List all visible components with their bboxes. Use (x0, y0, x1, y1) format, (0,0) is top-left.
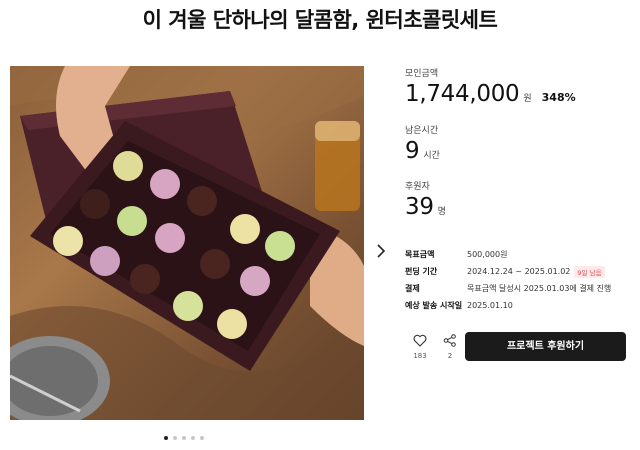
share-count: 2 (447, 352, 453, 360)
product-image (10, 66, 364, 420)
share-icon (443, 334, 456, 347)
backers-unit: 명 (437, 207, 446, 217)
backers-label: 후원자 (405, 182, 430, 192)
carousel-dot[interactable] (164, 436, 168, 440)
page-title: 이 겨울 단하나의 달콤함, 윈터초콜릿세트 (142, 8, 498, 32)
amount-value: 1,744,000 (405, 81, 520, 107)
detail-value: 2024.12.24 ~ 2025.01.02 (467, 267, 571, 276)
time-value: 9 (405, 138, 420, 164)
amount-stat: 모인금액 1,744,000 원 348% (405, 66, 576, 107)
carousel-dot[interactable] (173, 436, 177, 440)
detail-label: 결제 (405, 284, 420, 293)
carousel-pagination (164, 436, 204, 440)
carousel-dot[interactable] (182, 436, 186, 440)
carousel-next-button[interactable] (372, 240, 390, 262)
heart-icon (413, 334, 427, 347)
amount-label: 모인금액 (405, 69, 439, 79)
detail-label: 펀딩 기간 (405, 267, 438, 276)
backers-value: 39 (405, 194, 434, 220)
detail-label: 예상 발송 시작일 (405, 301, 463, 310)
detail-row-payment: 결제 목표금액 달성시 2025.01.03에 결제 진행 (405, 280, 630, 297)
detail-value: 2025.01.10 (467, 301, 513, 310)
detail-label: 목표금액 (405, 250, 435, 259)
amount-unit: 원 (523, 94, 532, 104)
action-bar: 183 2 프로젝트 후원하기 (405, 332, 630, 362)
detail-value: 목표금액 달성시 2025.01.03에 결제 진행 (467, 284, 612, 293)
time-stat: 남은시간 9 시간 (405, 123, 440, 164)
days-left-badge: 9일 남음 (574, 265, 605, 278)
achievement-percent: 348% (541, 91, 576, 104)
like-count: 183 (413, 352, 427, 360)
back-project-button[interactable]: 프로젝트 후원하기 (465, 332, 626, 361)
funding-details: 목표금액 500,000원 펀딩 기간 2024.12.24 ~ 2025.01… (405, 246, 630, 314)
carousel-dot[interactable] (200, 436, 204, 440)
detail-row-shipping: 예상 발송 시작일 2025.01.10 (405, 297, 630, 314)
carousel-dot[interactable] (191, 436, 195, 440)
chevron-right-icon (377, 244, 386, 258)
share-button[interactable]: 2 (435, 332, 465, 360)
detail-row-period: 펀딩 기간 2024.12.24 ~ 2025.01.02 9일 남음 (405, 263, 630, 280)
detail-value: 500,000원 (467, 250, 508, 259)
like-button[interactable]: 183 (405, 332, 435, 360)
detail-row-goal: 목표금액 500,000원 (405, 246, 630, 263)
time-unit: 시간 (423, 151, 440, 161)
chocolate-box-photo (10, 66, 364, 420)
backers-stat: 후원자 39 명 (405, 179, 446, 220)
time-label: 남은시간 (405, 126, 439, 136)
